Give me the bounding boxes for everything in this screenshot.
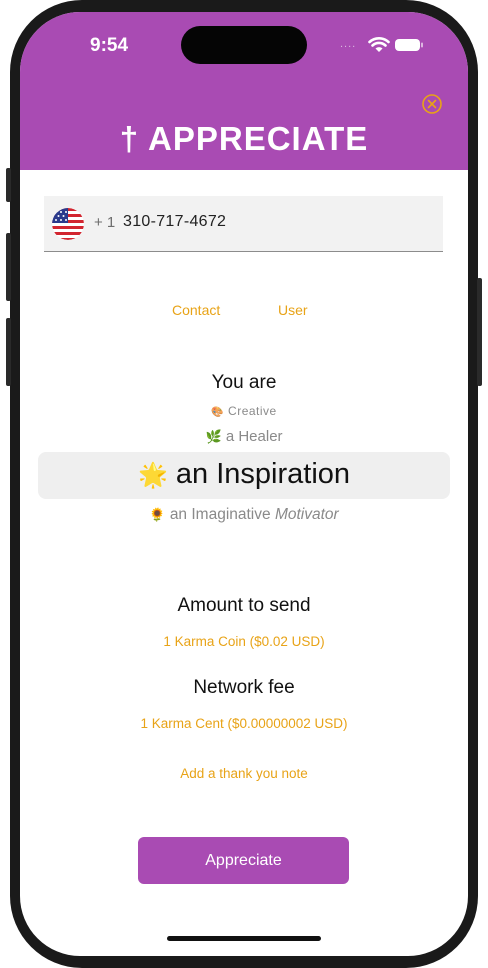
network-fee-label: Network fee <box>193 677 295 698</box>
herb-icon: 🌿 <box>205 429 222 444</box>
side-button-volume-up <box>6 233 11 301</box>
tab-contact[interactable]: Contact <box>172 302 220 318</box>
picker-heading: You are <box>211 372 277 393</box>
palette-icon: 🎨 <box>211 407 225 418</box>
amount-label: Amount to send <box>177 595 311 616</box>
network-fee-value[interactable]: 1 Karma Cent ($0.00000002 USD) <box>20 716 468 731</box>
header-bar: 9:54 .... † APPRECIATE <box>20 12 468 170</box>
us-flag-icon[interactable] <box>52 208 84 240</box>
picker-item-label: an Imaginative <box>169 506 271 523</box>
phone-number-field[interactable]: + 1 310-717-4672 <box>44 196 443 252</box>
screen: 9:54 .... † APPRECIATE + 1 310-717-4672 … <box>20 12 468 956</box>
appreciate-button[interactable]: Appreciate <box>138 837 349 884</box>
picker-item-label: a Healer <box>225 428 283 445</box>
picker-item-imaginative-motivator[interactable]: 🌻 an Imaginative Motivator <box>20 506 468 524</box>
sunflower-icon: 🌻 <box>149 507 166 522</box>
picker-item-inspiration[interactable]: 🌟 an Inspiration <box>20 458 468 491</box>
side-button-volume-down <box>6 318 11 386</box>
tab-user[interactable]: User <box>278 302 308 318</box>
wifi-icon <box>368 37 390 52</box>
dynamic-island <box>181 26 307 64</box>
page-title: † APPRECIATE <box>119 120 369 157</box>
picker-item-creative[interactable]: 🎨 Creative <box>20 404 468 418</box>
star-icon: 🌟 <box>137 462 168 489</box>
picker-item-healer[interactable]: 🌿 a Healer <box>20 428 468 445</box>
battery-icon <box>395 39 423 51</box>
picker-item-label: an Inspiration <box>175 458 351 490</box>
close-icon[interactable] <box>420 92 444 116</box>
phone-number-value[interactable]: 310-717-4672 <box>123 213 226 231</box>
picker-item-label-italic: Motivator <box>274 506 339 523</box>
side-button-mute <box>6 168 11 202</box>
cellular-signal-icon: .... <box>340 38 357 50</box>
dial-code[interactable]: + 1 <box>94 214 115 231</box>
picker-item-label: Creative <box>228 404 277 418</box>
amount-value[interactable]: 1 Karma Coin ($0.02 USD) <box>20 634 468 649</box>
side-button-power <box>477 278 482 386</box>
add-note-link[interactable]: Add a thank you note <box>20 766 468 781</box>
home-indicator[interactable] <box>167 936 321 941</box>
status-time: 9:54 <box>90 35 129 56</box>
